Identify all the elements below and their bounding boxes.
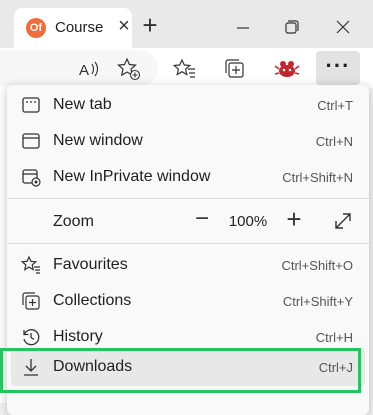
zoom-in-button[interactable]: + — [281, 206, 307, 233]
menu-item-collections[interactable]: Collections Ctrl+Shift+Y — [7, 283, 369, 319]
menu-item-shortcut: Ctrl+Shift+N — [282, 170, 353, 185]
menu-item-label: Downloads — [53, 358, 133, 375]
menu-item-label: New window — [53, 132, 143, 149]
site-favicon-icon: Of — [26, 18, 46, 38]
menu-item-shortcut: Ctrl+N — [315, 134, 353, 149]
favourites-icon — [21, 255, 40, 274]
menu-item-favourites[interactable]: Favourites Ctrl+Shift+O — [7, 247, 369, 283]
restore-icon[interactable] — [276, 12, 306, 42]
menu-item-new-inprivate-window[interactable]: New InPrivate window Ctrl+Shift+N — [7, 159, 369, 195]
menu-item-shortcut: Ctrl+Shift+Y — [282, 294, 353, 309]
history-icon — [23, 329, 40, 346]
zoom-row: Zoom − 100% + — [7, 201, 369, 241]
zoom-label: Zoom — [53, 213, 94, 230]
menu-item-label: New InPrivate window — [53, 168, 211, 185]
menu-item-shortcut: Ctrl+J — [318, 360, 353, 375]
menu-item-label: New tab — [53, 96, 112, 113]
more-icon: ··· — [325, 53, 351, 78]
add-favorite-icon[interactable] — [116, 56, 142, 82]
collections-icon — [22, 292, 40, 310]
menu-item-label: History — [53, 328, 103, 345]
menu-item-label: Favourites — [53, 256, 128, 273]
extension-icon[interactable] — [272, 56, 302, 82]
read-aloud-icon[interactable]: A — [76, 56, 102, 82]
menu-item-label: Collections — [53, 292, 132, 309]
menu-item-new-tab[interactable]: New tab Ctrl+T — [7, 87, 369, 123]
tab-strip: Of Course × + — [0, 0, 373, 48]
menu-item-new-window[interactable]: New window Ctrl+N — [7, 123, 369, 159]
menu-divider — [7, 243, 369, 244]
menu-item-shortcut: Ctrl+H — [315, 330, 353, 345]
new-window-icon — [22, 133, 40, 149]
more-options-button[interactable]: ··· — [316, 51, 360, 85]
favorites-icon[interactable] — [172, 56, 198, 82]
menu-item-shortcut: Ctrl+Shift+O — [281, 258, 353, 273]
collections-icon[interactable] — [222, 56, 248, 82]
settings-menu: New tab Ctrl+T New window Ctrl+N New InP… — [7, 85, 369, 415]
fullscreen-icon[interactable] — [332, 210, 354, 232]
minimize-icon[interactable] — [228, 12, 258, 42]
close-window-icon[interactable] — [328, 12, 358, 42]
svg-text:A: A — [79, 62, 89, 79]
menu-item-downloads[interactable]: Downloads Ctrl+J — [7, 349, 369, 385]
new-tab-plus-icon[interactable]: + — [138, 12, 162, 38]
zoom-out-button[interactable]: − — [189, 207, 215, 233]
new-tab-icon — [22, 97, 40, 113]
toolbar: A ··· — [0, 48, 373, 88]
download-icon — [24, 359, 38, 376]
menu-item-shortcut: Ctrl+T — [317, 98, 353, 113]
menu-divider — [7, 198, 369, 199]
close-tab-icon[interactable]: × — [114, 16, 134, 37]
browser-tab[interactable]: Of Course × — [14, 8, 132, 48]
zoom-value: 100% — [228, 213, 268, 230]
tab-title: Course — [55, 19, 103, 36]
inprivate-icon — [22, 169, 41, 187]
